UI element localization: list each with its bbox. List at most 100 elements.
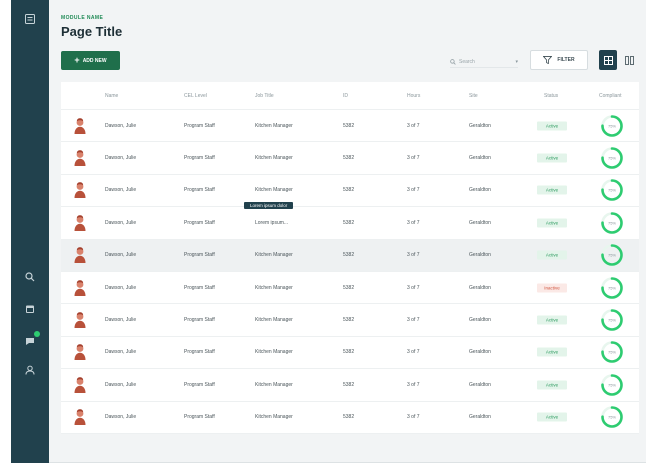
avatar	[74, 182, 86, 199]
avatar	[74, 377, 86, 393]
compliance-ring: 75%	[601, 309, 623, 331]
notification-badge	[34, 331, 40, 337]
avatar	[74, 247, 86, 264]
column-header-status[interactable]: Status	[544, 93, 558, 99]
compliance-ring: 75%	[601, 276, 623, 299]
column-header-level[interactable]: CEL Level	[184, 93, 207, 99]
cell-hours: 3 of 7	[407, 414, 420, 421]
column-header-compliant[interactable]: Compliant	[599, 93, 622, 99]
compliance-ring: 75%	[601, 147, 623, 169]
search-icon	[450, 58, 456, 65]
compliance-value: 75%	[608, 220, 616, 225]
compliance-ring: 75%	[601, 212, 623, 234]
column-header-site[interactable]: Site	[469, 93, 478, 99]
grid-view-icon	[603, 55, 613, 65]
search-input[interactable]: Search ▾	[450, 56, 518, 68]
compliance-value: 75%	[608, 253, 616, 258]
status-badge: Active	[537, 380, 567, 390]
cell-name: Dawson, Julie	[105, 252, 137, 259]
list-view-icon	[624, 55, 634, 65]
cell-id: 5382	[343, 252, 355, 259]
compliance-value: 75%	[608, 285, 616, 290]
table-header: Name CEL Level Job Title ID Hours Site S…	[61, 82, 639, 110]
column-header-job-title[interactable]: Job Title	[255, 93, 274, 99]
table-row[interactable]: Dawson, Julie Program Staff Lorem ipsum.…	[61, 202, 639, 240]
cell-name: Dawson, Julie	[105, 381, 137, 388]
table-row[interactable]: Dawson, Julie Program Staff Kitchen Mana…	[61, 174, 639, 208]
column-header-id[interactable]: ID	[343, 93, 348, 99]
avatar	[74, 150, 86, 167]
cell-level: Program Staff	[184, 155, 215, 162]
cell-name: Dawson, Julie	[105, 414, 137, 421]
table-row[interactable]: Dawson, Julie Program Staff Kitchen Mana…	[61, 336, 639, 370]
cell-id: 5382	[343, 284, 355, 291]
cell-job-title: Kitchen Manager	[255, 187, 293, 194]
compliance-value: 75%	[608, 188, 616, 193]
table-body: Dawson, Julie Program Staff Kitchen Mana…	[61, 110, 639, 434]
cell-id: 5382	[343, 155, 355, 162]
compliance-ring: 75%	[601, 244, 623, 267]
job-title-tooltip: Lorem ipsum dolor	[244, 202, 294, 210]
compliance-ring: 75%	[601, 406, 623, 429]
table-row[interactable]: Dawson, Julie Program Staff Kitchen Mana…	[61, 369, 639, 402]
cell-level: Program Staff	[184, 414, 215, 421]
add-new-button[interactable]: + ADD NEW	[61, 51, 120, 70]
cell-site: Geraldton	[469, 381, 491, 388]
cell-level: Program Staff	[184, 284, 215, 291]
cell-site: Geraldton	[469, 155, 491, 162]
cell-site: Geraldton	[469, 284, 491, 291]
compliance-value: 75%	[608, 318, 616, 323]
filter-button[interactable]: FILTER	[530, 50, 588, 70]
table-row[interactable]: Dawson, Julie Program Staff Kitchen Mana…	[61, 304, 639, 337]
page-title: Page Title	[61, 24, 123, 39]
chat-icon[interactable]	[23, 331, 40, 348]
menu-icon[interactable]	[23, 12, 37, 26]
table-row[interactable]: Dawson, Julie Program Staff Kitchen Mana…	[61, 401, 639, 434]
column-header-name[interactable]: Name	[105, 93, 118, 99]
search-icon[interactable]	[23, 270, 37, 284]
cell-site: Geraldton	[469, 252, 491, 259]
compliance-value: 75%	[608, 123, 616, 128]
cell-job-title: Kitchen Manager	[255, 284, 293, 291]
compliance-ring: 75%	[601, 114, 623, 137]
cell-job-title: Kitchen Manager	[255, 414, 293, 421]
cell-job-title: Kitchen Manager	[255, 122, 293, 129]
cell-level: Program Staff	[184, 349, 215, 356]
cell-id: 5382	[343, 122, 355, 129]
staff-table: Name CEL Level Job Title ID Hours Site S…	[61, 82, 639, 434]
grid-view-toggle[interactable]	[599, 50, 617, 70]
status-badge: Inactive	[537, 283, 567, 293]
cell-id: 5382	[343, 187, 355, 194]
user-icon[interactable]	[23, 363, 37, 377]
list-view-toggle[interactable]	[620, 50, 638, 70]
cell-id: 5382	[343, 381, 355, 388]
status-badge: Active	[537, 121, 567, 131]
sidebar	[11, 0, 49, 463]
cell-site: Geraldton	[469, 414, 491, 421]
status-badge: Active	[537, 250, 567, 260]
cell-job-title: Kitchen Manager	[255, 252, 293, 259]
table-row[interactable]: Dawson, Julie Program Staff Kitchen Mana…	[61, 271, 639, 305]
cell-name: Dawson, Julie	[105, 349, 137, 356]
cell-job-title: Kitchen Manager	[255, 317, 293, 324]
column-header-hours[interactable]: Hours	[407, 93, 420, 99]
cell-name: Dawson, Julie	[105, 122, 137, 129]
compliance-value: 75%	[608, 382, 616, 387]
avatar	[74, 117, 86, 134]
cell-level: Program Staff	[184, 219, 215, 226]
cell-job-title: Kitchen Manager	[255, 349, 293, 356]
cell-level: Program Staff	[184, 317, 215, 324]
cell-name: Dawson, Julie	[105, 219, 137, 226]
table-row[interactable]: Dawson, Julie Program Staff Kitchen Mana…	[61, 142, 639, 175]
status-badge: Active	[537, 185, 567, 195]
avatar	[74, 312, 86, 329]
module-name: MODULE NAME	[61, 15, 104, 21]
table-row[interactable]: Dawson, Julie Program Staff Kitchen Mana…	[61, 110, 639, 143]
cell-hours: 3 of 7	[407, 187, 420, 194]
cell-id: 5382	[343, 317, 355, 324]
calendar-icon[interactable]	[23, 302, 37, 316]
table-row[interactable]: Dawson, Julie Program Staff Kitchen Mana…	[61, 239, 639, 272]
cell-site: Geraldton	[469, 122, 491, 129]
cell-id: 5382	[343, 414, 355, 421]
status-badge: Active	[537, 347, 567, 357]
